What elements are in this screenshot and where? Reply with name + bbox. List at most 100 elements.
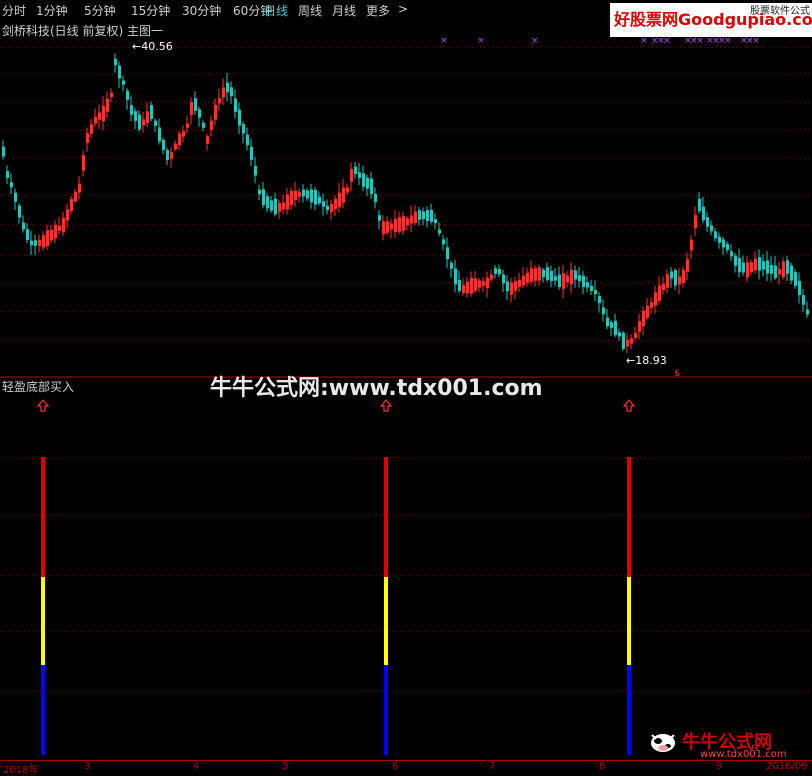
candlestick [594,290,597,295]
candlestick [182,131,185,137]
candlestick [114,58,117,66]
low-signal-marker: $ [674,369,680,378]
candlestick [558,274,561,288]
candlestick [646,305,649,318]
candlestick [282,202,285,210]
buy-bar-blue [41,665,45,755]
candlestick [230,87,233,97]
candlestick [430,209,433,222]
candlestick [730,251,733,257]
candlestick [710,225,713,232]
tab-1min[interactable]: 1分钟 [36,2,68,19]
candlestick [718,236,721,243]
candlestick [554,276,557,281]
tab-15min[interactable]: 15分钟 [131,2,170,19]
candlestick [450,262,453,269]
candlestick [522,275,525,286]
candlestick [578,275,581,282]
candlestick [130,105,133,115]
candlestick [102,105,105,122]
signal-marker: × [663,36,671,46]
tab-daily[interactable]: 日线 [264,2,288,19]
candlestick [234,98,237,112]
candlestick [286,194,289,210]
candlestick [438,229,441,234]
candlestick [266,196,269,209]
candlestick [426,210,429,221]
candlestick [46,230,49,247]
candlestick [778,269,781,275]
candlestick [446,247,449,260]
candlestick [750,262,753,273]
tab-weekly[interactable]: 周线 [298,2,322,19]
candlestick [186,123,189,128]
date-label: 2018/09 [766,761,808,772]
candlestick-chart[interactable]: ←40.56←18.93× × × × ××× ××× ×××× ×××$ [0,20,812,378]
candlestick [606,317,609,327]
candlestick [226,82,229,93]
tab-timeshare[interactable]: 分时 [2,2,26,19]
candlestick [618,332,621,337]
candlestick [422,211,425,220]
candlestick [250,146,253,160]
candlestick [766,260,769,274]
candlestick [206,136,209,144]
candlestick [270,200,273,211]
candlestick [458,280,461,291]
signal-marker: × [531,36,539,46]
candlestick [142,119,145,126]
date-label: 9 [716,761,723,772]
low-price-label: ←18.93 [626,354,667,367]
candlestick [58,225,61,231]
date-label: 7 [489,761,496,772]
signal-marker: × [752,36,760,46]
candlestick [798,280,801,296]
buy-arrow-icon [622,399,636,412]
buy-bar-yellow [627,577,631,665]
candlestick [678,276,681,285]
candlestick [98,112,101,120]
candlestick [502,274,505,284]
date-label: 5 [282,761,289,772]
candlestick [254,166,257,176]
candlestick [518,279,521,287]
candlestick [202,122,205,128]
candlestick [498,268,501,275]
candlestick [442,239,445,245]
buy-bar-blue [384,665,388,755]
candlestick [638,321,641,332]
candlestick [474,278,477,291]
candlestick [402,216,405,231]
candlestick [362,173,365,187]
candlestick [214,104,217,120]
candlestick [302,189,305,197]
candlestick [762,261,765,270]
tab-monthly[interactable]: 月线 [332,2,356,19]
candlestick [194,98,197,111]
candlestick [358,172,361,179]
candlestick [166,150,169,160]
candlestick [106,98,109,112]
candlestick [806,309,809,315]
candlestick [706,217,709,227]
indicator-chart[interactable] [0,378,812,760]
candlestick [158,127,161,142]
candlestick [666,274,669,288]
tab-5min[interactable]: 5分钟 [84,2,116,19]
candlestick [574,270,577,280]
candlestick [66,209,69,221]
candlestick [682,269,685,284]
bottom-watermark-url: www.tdx001.com [700,749,787,760]
candlestick [318,196,321,204]
more-arrow-icon[interactable]: > [398,2,408,16]
tab-30min[interactable]: 30分钟 [182,2,221,19]
candlestick [654,292,657,306]
candlestick [566,275,569,283]
tab-more[interactable]: 更多 [366,2,390,19]
candlestick [370,178,373,195]
candlestick [354,166,357,175]
candlestick [494,268,497,274]
candlestick [690,239,693,251]
candlestick [534,268,537,281]
candlestick [650,302,653,308]
